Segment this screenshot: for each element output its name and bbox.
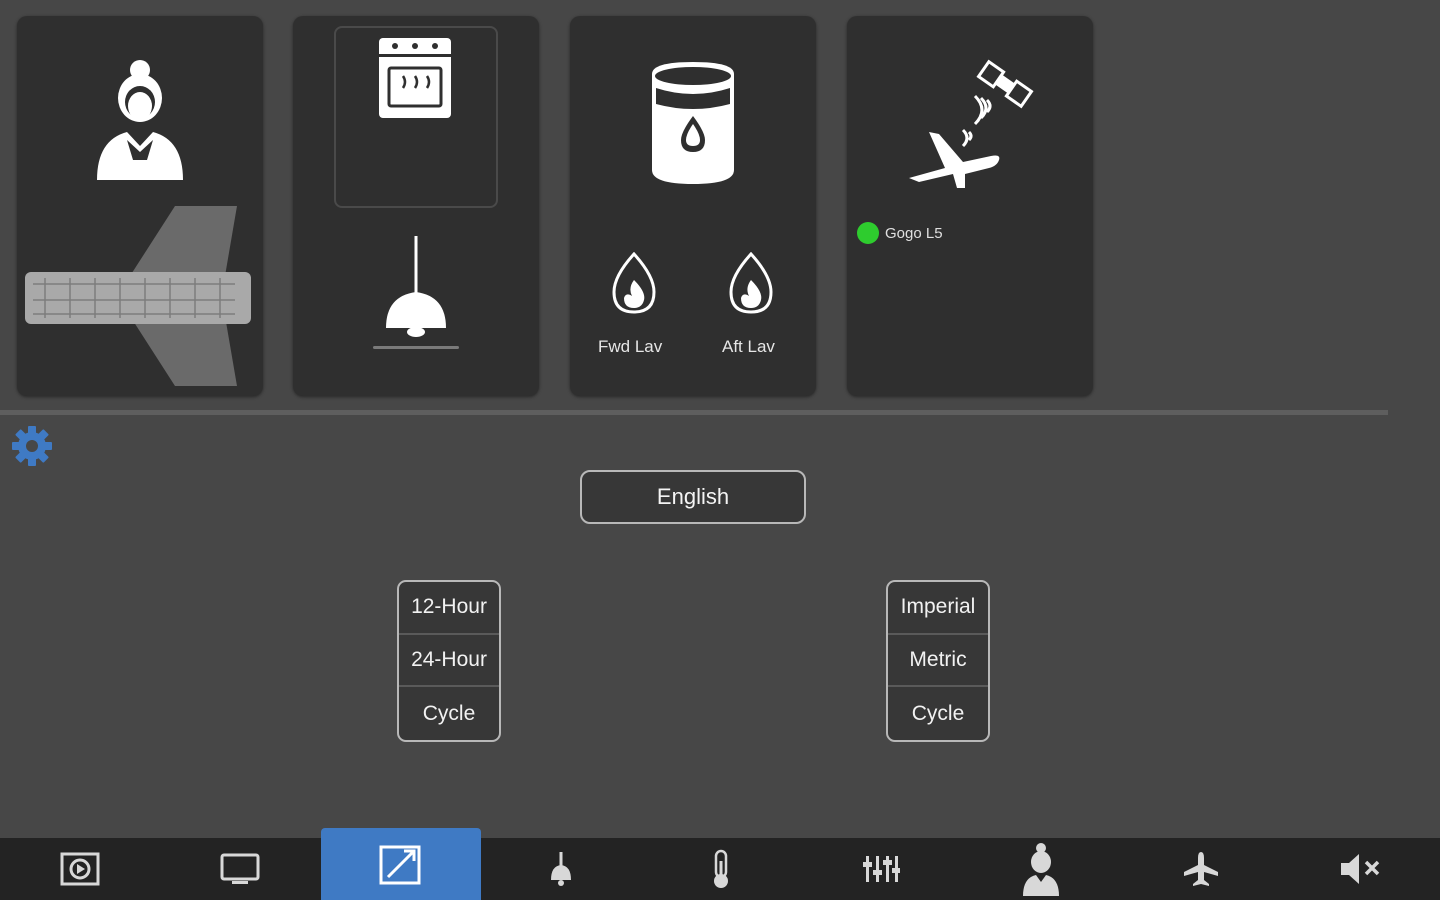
- connectivity-status-label: Gogo L5: [885, 224, 943, 242]
- units-selector: Imperial Metric Cycle: [886, 580, 990, 742]
- units-cycle-option[interactable]: Cycle: [888, 687, 988, 740]
- water-tank-icon: [652, 62, 734, 184]
- nav-mute[interactable]: [1281, 838, 1440, 900]
- aft-lav-flame-icon: [729, 252, 773, 314]
- nav-flight[interactable]: [1121, 838, 1281, 900]
- pendant-lamp-icon: [373, 236, 459, 349]
- nav-monitor[interactable]: [160, 838, 320, 900]
- video-icon: [60, 852, 100, 886]
- thermometer-icon: [714, 849, 728, 888]
- flight-attendant-icon: [97, 60, 183, 180]
- nav-audio-mixer[interactable]: [801, 838, 961, 900]
- monitor-icon: [220, 853, 260, 884]
- aft-lav-label: Aft Lav: [722, 337, 775, 356]
- lamp-icon: [551, 852, 571, 886]
- nav-temperature[interactable]: [641, 838, 801, 900]
- connectivity-tile[interactable]: Gogo L5: [847, 16, 1093, 396]
- bottom-nav: [0, 828, 1440, 900]
- nav-attendant[interactable]: [961, 838, 1121, 900]
- connectivity-status: Gogo L5: [857, 222, 943, 244]
- mute-icon: [1341, 854, 1380, 884]
- time-format-selector: 12-Hour 24-Hour Cycle: [397, 580, 501, 742]
- status-indicator-dot: [857, 222, 879, 244]
- oven-icon: [379, 38, 451, 118]
- crew-tile[interactable]: [17, 16, 263, 396]
- galley-tile[interactable]: [293, 16, 539, 396]
- nav-video[interactable]: [0, 838, 160, 900]
- gear-icon[interactable]: [10, 424, 54, 468]
- airplane-icon: [1184, 852, 1218, 886]
- language-button[interactable]: English: [580, 470, 806, 524]
- water-tile[interactable]: Fwd Lav Aft Lav: [570, 16, 816, 396]
- attendant-icon: [1023, 843, 1059, 896]
- units-metric-option[interactable]: Metric: [888, 635, 988, 688]
- time-cycle-option[interactable]: Cycle: [399, 687, 499, 740]
- fwd-lav-flame-icon: [612, 252, 656, 314]
- fwd-lav-label: Fwd Lav: [598, 337, 663, 356]
- units-imperial-option[interactable]: Imperial: [888, 582, 988, 635]
- time-12-hour-option[interactable]: 12-Hour: [399, 582, 499, 635]
- nav-lights[interactable]: [481, 838, 641, 900]
- window-shade-icon: [379, 845, 421, 885]
- nav-window-shade[interactable]: [321, 828, 481, 900]
- satellite-airplane-icon: [909, 59, 1034, 188]
- aircraft-cabin-map-icon: [25, 206, 251, 386]
- time-24-hour-option[interactable]: 24-Hour: [399, 635, 499, 688]
- mixer-sliders-icon: [863, 856, 900, 882]
- section-divider: [0, 410, 1388, 415]
